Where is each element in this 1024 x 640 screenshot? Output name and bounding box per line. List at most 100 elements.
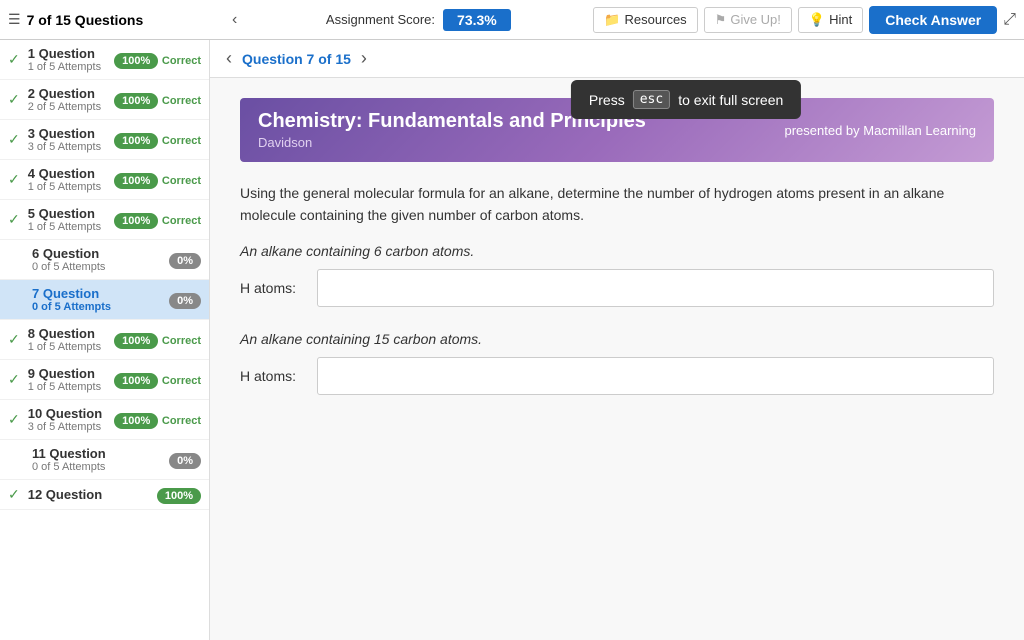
assignment-score-label: Assignment Score:	[326, 12, 435, 27]
item-badge-12: 100%	[157, 488, 201, 504]
q-prev-arrow[interactable]: ‹	[226, 48, 232, 69]
item-badge-group-1: 100% Correct	[114, 52, 201, 67]
tooltip-suffix: to exit full screen	[678, 92, 783, 108]
item-info-8: 8 Question 1 of 5 Attempts	[28, 326, 108, 353]
content-area: Press esc to exit full screen ‹ Question…	[210, 40, 1024, 640]
sub-question-1-input-row: H atoms:	[240, 269, 994, 307]
item-badge-8: 100%	[114, 333, 158, 349]
item-badge-3: 100%	[114, 133, 158, 149]
item-badge-1: 100%	[114, 53, 158, 69]
sidebar-item-7[interactable]: 7 Question 0 of 5 Attempts 0%	[0, 280, 209, 320]
item-subtitle-6: 0 of 5 Attempts	[32, 261, 163, 273]
sub-question-2: An alkane containing 15 carbon atoms. H …	[240, 331, 994, 395]
item-badge-group-2: 100% Correct	[114, 92, 201, 107]
item-badge-6: 0%	[169, 253, 201, 269]
prev-question-arrow[interactable]: ‹	[226, 9, 243, 31]
status-correct: Correct	[162, 135, 201, 147]
item-badge-4: 100%	[114, 173, 158, 189]
question-main-text: Using the general molecular formula for …	[240, 182, 994, 227]
hamburger-icon: ☰	[8, 11, 21, 28]
sidebar-item-9[interactable]: ✓ 9 Question 1 of 5 Attempts 100% Correc…	[0, 360, 209, 400]
score-badge: 73.3%	[443, 9, 511, 31]
giveup-button[interactable]: ⚑ Give Up!	[704, 7, 792, 33]
status-correct: Correct	[162, 335, 201, 347]
item-badge-group-11: 0%	[169, 452, 201, 467]
question-content: Chemistry: Fundamentals and Principles D…	[210, 78, 1024, 640]
h-atoms-label-2: H atoms:	[240, 368, 305, 384]
check-answer-button[interactable]: Check Answer	[869, 6, 997, 34]
status-correct: Correct	[162, 55, 201, 67]
check-icon: ✓	[8, 91, 20, 108]
course-subtitle: Davidson	[258, 135, 646, 150]
sidebar-item-1[interactable]: ✓ 1 Question 1 of 5 Attempts 100% Correc…	[0, 40, 209, 80]
sidebar-item-5[interactable]: ✓ 5 Question 1 of 5 Attempts 100% Correc…	[0, 200, 209, 240]
question-nav-label: Question 7 of 15	[242, 51, 351, 67]
sidebar-item-12[interactable]: ✓ 12 Question 100%	[0, 480, 209, 510]
fullscreen-tooltip: Press esc to exit full screen	[571, 80, 801, 119]
fullscreen-button[interactable]: ⤢	[1003, 11, 1016, 29]
h-atoms-input-2[interactable]	[317, 357, 994, 395]
sidebar-item-8[interactable]: ✓ 8 Question 1 of 5 Attempts 100% Correc…	[0, 320, 209, 360]
status-correct: Correct	[162, 175, 201, 187]
item-info-6: 6 Question 0 of 5 Attempts	[32, 246, 163, 273]
item-subtitle-10: 3 of 5 Attempts	[28, 421, 108, 433]
hint-button[interactable]: 💡 Hint	[798, 7, 863, 33]
question-nav: ‹ Question 7 of 15 ›	[210, 40, 1024, 78]
item-info-10: 10 Question 3 of 5 Attempts	[28, 406, 108, 433]
item-subtitle-8: 1 of 5 Attempts	[28, 341, 108, 353]
item-title-8: 8 Question	[28, 326, 108, 341]
item-badge-group-5: 100% Correct	[114, 212, 201, 227]
sub-question-2-input-row: H atoms:	[240, 357, 994, 395]
item-title-11: 11 Question	[32, 446, 163, 461]
check-icon: ✓	[8, 331, 20, 348]
item-badge-group-12: 100%	[157, 487, 201, 502]
flag-icon: ⚑	[715, 12, 727, 28]
item-badge-10: 100%	[114, 413, 158, 429]
item-title-3: 3 Question	[28, 126, 108, 141]
item-info-11: 11 Question 0 of 5 Attempts	[32, 446, 163, 473]
item-badge-7: 0%	[169, 293, 201, 309]
item-badge-group-8: 100% Correct	[114, 332, 201, 347]
course-publisher: presented by Macmillan Learning	[785, 123, 977, 138]
item-info-5: 5 Question 1 of 5 Attempts	[28, 206, 108, 233]
check-icon: ✓	[8, 51, 20, 68]
item-badge-group-10: 100% Correct	[114, 412, 201, 427]
item-badge-group-6: 0%	[169, 252, 201, 267]
item-title-2: 2 Question	[28, 86, 108, 101]
q-next-arrow[interactable]: ›	[361, 48, 367, 69]
item-subtitle-9: 1 of 5 Attempts	[28, 381, 108, 393]
item-info-4: 4 Question 1 of 5 Attempts	[28, 166, 108, 193]
lightbulb-icon: 💡	[809, 12, 825, 28]
top-bar-left: ☰ 7 of 15 Questions	[8, 11, 218, 28]
assignment-score-section: Assignment Score: 73.3%	[251, 9, 585, 31]
resources-button[interactable]: 📁 Resources	[593, 7, 697, 33]
item-badge-group-4: 100% Correct	[114, 172, 201, 187]
item-badge-group-3: 100% Correct	[114, 132, 201, 147]
sidebar-item-4[interactable]: ✓ 4 Question 1 of 5 Attempts 100% Correc…	[0, 160, 209, 200]
sidebar-item-11[interactable]: 11 Question 0 of 5 Attempts 0%	[0, 440, 209, 480]
sidebar-item-3[interactable]: ✓ 3 Question 3 of 5 Attempts 100% Correc…	[0, 120, 209, 160]
top-bar-right: 📁 Resources ⚑ Give Up! 💡 Hint Check Answ…	[593, 6, 1016, 34]
item-subtitle-7: 0 of 5 Attempts	[32, 301, 163, 313]
item-badge-2: 100%	[114, 93, 158, 109]
sidebar-item-6[interactable]: 6 Question 0 of 5 Attempts 0%	[0, 240, 209, 280]
check-icon: ✓	[8, 171, 20, 188]
sidebar-item-10[interactable]: ✓ 10 Question 3 of 5 Attempts 100% Corre…	[0, 400, 209, 440]
item-subtitle-11: 0 of 5 Attempts	[32, 461, 163, 473]
item-subtitle-5: 1 of 5 Attempts	[28, 221, 108, 233]
h-atoms-label-1: H atoms:	[240, 280, 305, 296]
questions-count: 7 of 15 Questions	[27, 12, 144, 28]
sidebar-item-2[interactable]: ✓ 2 Question 2 of 5 Attempts 100% Correc…	[0, 80, 209, 120]
item-badge-9: 100%	[114, 373, 158, 389]
h-atoms-input-1[interactable]	[317, 269, 994, 307]
esc-key-label: esc	[633, 90, 670, 109]
item-subtitle-2: 2 of 5 Attempts	[28, 101, 108, 113]
status-correct: Correct	[162, 95, 201, 107]
item-info-9: 9 Question 1 of 5 Attempts	[28, 366, 108, 393]
sub-question-1: An alkane containing 6 carbon atoms. H a…	[240, 243, 994, 307]
check-icon: ✓	[8, 411, 20, 428]
item-info-7: 7 Question 0 of 5 Attempts	[32, 286, 163, 313]
item-title-10: 10 Question	[28, 406, 108, 421]
top-bar: ☰ 7 of 15 Questions ‹ Assignment Score: …	[0, 0, 1024, 40]
main-layout: ✓ 1 Question 1 of 5 Attempts 100% Correc…	[0, 40, 1024, 640]
